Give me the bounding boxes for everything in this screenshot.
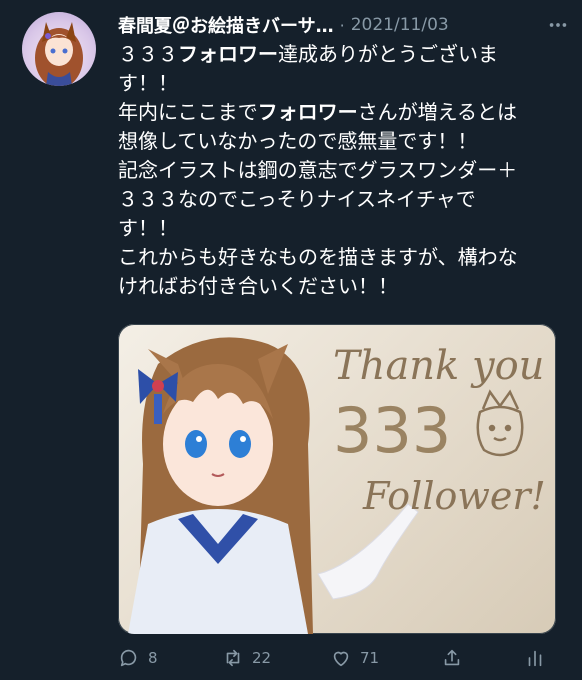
mascot-doodle — [476, 389, 524, 457]
image-text-follower: Follower! — [362, 474, 546, 518]
tweet-action-bar: 8 22 71 — [118, 640, 558, 676]
tweet-line: ければお付き合いください！！ — [118, 274, 398, 298]
like-button[interactable]: 71 — [330, 640, 379, 676]
tweet-text: ３３３フォロワー達成ありがとうございま す！！ 年内にここまでフォロワーさんが増… — [118, 40, 568, 301]
analytics-button[interactable] — [524, 640, 546, 676]
follower-emphasis: フォロワー — [178, 42, 278, 66]
tweet-image[interactable]: Thank you 333 Follower! — [118, 324, 556, 634]
tweet-header: 春間夏＠お絵描きバーサ… · 2021/11/03 — [118, 10, 572, 40]
tweet-line: 想像していなかったので感無量です！！ — [118, 129, 478, 153]
retweet-count: 22 — [252, 649, 272, 667]
follower-emphasis: フォロワー — [257, 100, 358, 124]
tweet-line: ３３３なのでこっそりナイスネイチャで — [118, 187, 476, 211]
reply-button[interactable]: 8 — [118, 640, 158, 676]
like-count: 71 — [360, 649, 380, 667]
tweet-line: ３３３フォロワー達成ありがとうございま — [118, 42, 498, 66]
tweet-line: す！！ — [118, 216, 178, 240]
image-text-thank-you: Thank you — [333, 343, 544, 389]
header-separator: · — [339, 15, 345, 35]
retweet-button[interactable]: 22 — [222, 640, 271, 676]
avatar-illustration — [35, 22, 83, 86]
tweet-line: 年内にここまでフォロワーさんが増えるとは — [118, 100, 518, 124]
author-name[interactable]: 春間夏＠お絵描きバーサ… — [118, 12, 334, 38]
avatar[interactable] — [22, 12, 96, 86]
tweet-line: 記念イラストは鋼の意志でグラスワンダー＋ — [118, 158, 518, 182]
retweet-icon — [226, 649, 240, 667]
tweet-date[interactable]: 2021/11/03 — [351, 15, 449, 35]
analytics-icon — [528, 650, 542, 667]
illustration: Thank you 333 Follower! — [128, 337, 546, 634]
share-button[interactable] — [441, 640, 463, 676]
more-options-icon[interactable] — [544, 11, 572, 39]
heart-icon — [333, 651, 349, 667]
tweet-line: これからも好きなものを描きますが、構わな — [118, 245, 518, 269]
image-text-count: 333 — [333, 394, 451, 467]
reply-icon — [120, 649, 137, 667]
tweet-line: す！！ — [118, 71, 178, 95]
share-icon — [444, 649, 460, 666]
reply-count: 8 — [148, 649, 158, 667]
